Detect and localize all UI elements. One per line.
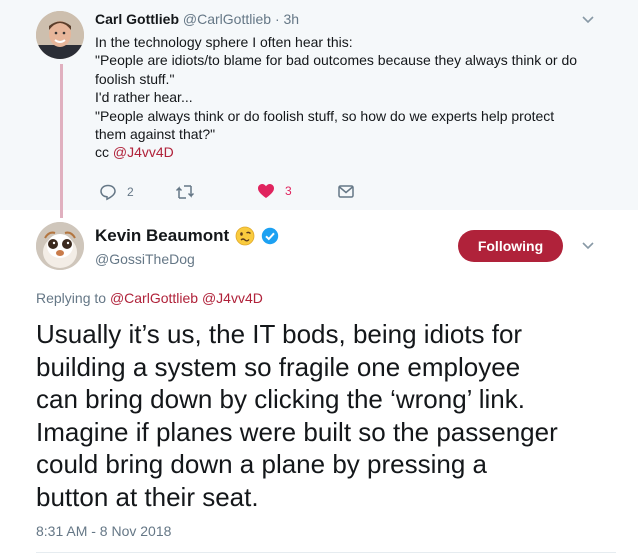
tweet-line: can bring down by clicking the ‘wrong’ l…: [36, 384, 525, 414]
tweet-line: In the technology sphere I often hear th…: [95, 34, 353, 50]
reply-button[interactable]: 2: [99, 183, 134, 201]
tweet-time[interactable]: · 3h: [275, 11, 299, 27]
envelope-icon: [338, 185, 354, 198]
heart-icon: [258, 184, 274, 198]
retweet-button[interactable]: [175, 183, 205, 201]
following-button[interactable]: Following: [458, 230, 563, 262]
tweet-line: building a system so fragile one employe…: [36, 351, 521, 382]
retweet-icon: [175, 185, 195, 199]
direct-message-button[interactable]: [337, 183, 355, 199]
author-name[interactable]: Kevin Beaumont: [95, 226, 229, 246]
tweet-actions: 2 3: [0, 183, 638, 203]
author-handle[interactable]: @GossiTheDog: [95, 251, 195, 267]
tweet-line: Imagine if planes were built so the pass…: [36, 416, 558, 447]
tweet-timestamp[interactable]: 8:31 AM - 8 Nov 2018: [36, 523, 171, 539]
cc-label: cc: [95, 144, 113, 161]
reply-count: 2: [127, 185, 134, 199]
tweet-line: I'd rather hear...: [95, 89, 193, 106]
avatar-carl-gottlieb[interactable]: [36, 11, 84, 59]
tweet-line: "People always think or do foolish stuff…: [95, 107, 555, 124]
tweet-line: could bring down a plane by pressing a: [36, 449, 487, 479]
like-button[interactable]: 3: [257, 183, 292, 199]
avatar-kevin-beaumont[interactable]: [36, 222, 84, 270]
parent-tweet-text: In the technology sphere I often hear th…: [95, 33, 615, 162]
like-count: 3: [285, 184, 292, 198]
divider: [36, 552, 616, 553]
tweet-line: Usually it’s us, the IT bods, being idio…: [36, 319, 523, 349]
replying-mentions[interactable]: @CarlGottlieb @J4vv4D: [110, 290, 263, 306]
replying-label: Replying to: [36, 290, 110, 306]
chevron-down-icon[interactable]: [581, 241, 595, 251]
author-name-row: Kevin Beaumont: [95, 226, 279, 246]
verified-badge-icon: [261, 227, 279, 245]
tweet-line: them against that?": [95, 126, 216, 143]
main-tweet-text: Usually it’s us, the IT bods, being idio…: [36, 318, 616, 513]
reply-icon: [100, 184, 116, 201]
mention-link[interactable]: @J4vv4D: [113, 144, 174, 160]
author-name[interactable]: Carl Gottlieb: [95, 11, 179, 27]
tweet-line-cc: cc @J4vv4D: [95, 143, 615, 161]
woozy-face-emoji-icon: [235, 226, 255, 246]
replying-to: Replying to @CarlGottlieb @J4vv4D: [36, 290, 263, 306]
tweet-line: button at their seat.: [36, 481, 259, 512]
parent-tweet-header: Carl Gottlieb @CarlGottlieb · 3h: [95, 11, 299, 27]
tweet-line: foolish stuff.": [95, 70, 175, 87]
chevron-down-icon[interactable]: [581, 15, 595, 25]
tweet-line: "People are idiots/to blame for bad outc…: [95, 52, 578, 69]
author-handle[interactable]: @CarlGottlieb: [183, 11, 271, 27]
